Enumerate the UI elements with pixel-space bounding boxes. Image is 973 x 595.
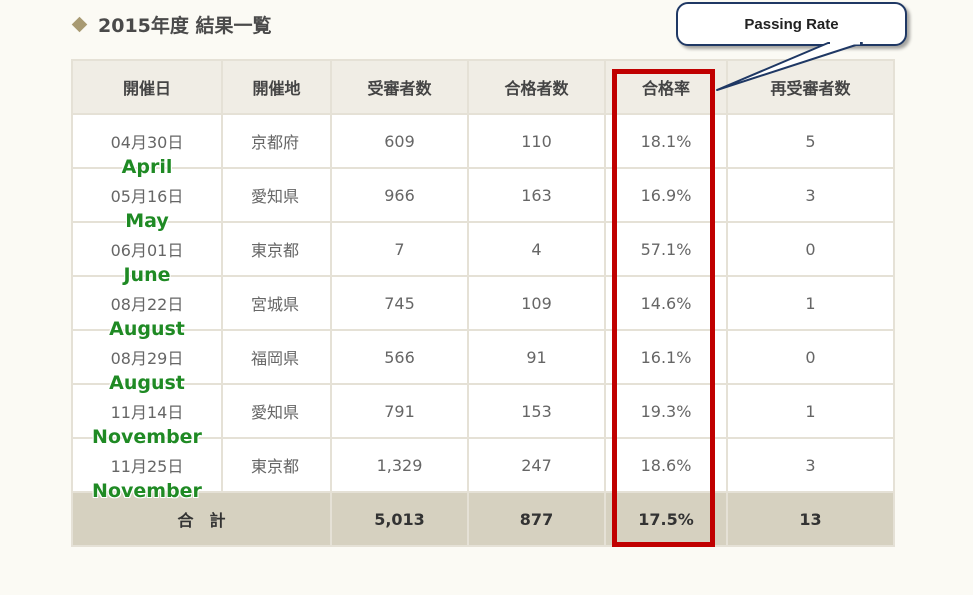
- retakers-cell: 1: [728, 385, 893, 437]
- passing-rate-callout: Passing Rate: [676, 2, 907, 46]
- date-text: 06月01日: [110, 241, 184, 260]
- total-examinees: 5,013: [332, 493, 467, 545]
- page-title: 2015年度 結果一覧: [98, 14, 272, 37]
- passed-cell: 91: [469, 331, 604, 383]
- date-text: 05月16日: [110, 187, 184, 206]
- examinees-cell: 1,329: [332, 439, 467, 491]
- location-cell: 愛知県: [223, 169, 330, 221]
- pass-rate-cell: 19.3%: [606, 385, 726, 437]
- month-annotation: June: [123, 264, 171, 286]
- location-cell: 愛知県: [223, 385, 330, 437]
- month-annotation: November: [92, 426, 202, 448]
- table-header-row: 開催日 開催地 受審者数 合格者数 合格率 再受審者数: [73, 61, 893, 113]
- date-text: 08月29日: [110, 349, 184, 368]
- location-cell: 東京都: [223, 439, 330, 491]
- passed-cell: 110: [469, 115, 604, 167]
- examinees-cell: 609: [332, 115, 467, 167]
- passed-cell: 163: [469, 169, 604, 221]
- column-header-pass-rate: 合格率: [606, 61, 726, 113]
- results-table: 開催日 開催地 受審者数 合格者数 合格率 再受審者数 04月30日 April …: [71, 59, 895, 547]
- pass-rate-cell: 16.9%: [606, 169, 726, 221]
- pass-rate-cell: 14.6%: [606, 277, 726, 329]
- examinees-cell: 745: [332, 277, 467, 329]
- passed-cell: 109: [469, 277, 604, 329]
- retakers-cell: 3: [728, 169, 893, 221]
- date-text: 11月25日: [110, 457, 184, 476]
- location-cell: 京都府: [223, 115, 330, 167]
- retakers-cell: 1: [728, 277, 893, 329]
- column-header-passed: 合格者数: [469, 61, 604, 113]
- date-text: 08月22日: [110, 295, 184, 314]
- location-cell: 福岡県: [223, 331, 330, 383]
- column-header-retakers: 再受審者数: [728, 61, 893, 113]
- total-pass-rate: 17.5%: [606, 493, 726, 545]
- month-annotation: August: [109, 372, 185, 394]
- page-heading: 2015年度 結果一覧: [71, 10, 272, 38]
- month-annotation: August: [109, 318, 185, 340]
- month-annotation: May: [125, 210, 169, 232]
- passed-cell: 4: [469, 223, 604, 275]
- passed-cell: 247: [469, 439, 604, 491]
- pass-rate-cell: 18.1%: [606, 115, 726, 167]
- total-passed: 877: [469, 493, 604, 545]
- month-annotation: November: [92, 480, 202, 502]
- location-cell: 東京都: [223, 223, 330, 275]
- location-cell: 宮城県: [223, 277, 330, 329]
- date-text: 11月14日: [110, 403, 184, 422]
- retakers-cell: 0: [728, 331, 893, 383]
- pass-rate-cell: 18.6%: [606, 439, 726, 491]
- column-header-date: 開催日: [73, 61, 221, 113]
- retakers-cell: 5: [728, 115, 893, 167]
- passed-cell: 153: [469, 385, 604, 437]
- pass-rate-cell: 57.1%: [606, 223, 726, 275]
- date-cell: 04月30日 April: [73, 115, 221, 177]
- diamond-bullet-icon: [71, 16, 88, 32]
- retakers-cell: 0: [728, 223, 893, 275]
- pass-rate-cell: 16.1%: [606, 331, 726, 383]
- examinees-cell: 7: [332, 223, 467, 275]
- total-retakers: 13: [728, 493, 893, 545]
- examinees-cell: 791: [332, 385, 467, 437]
- column-header-examinees: 受審者数: [332, 61, 467, 113]
- callout-text: Passing Rate: [744, 15, 839, 33]
- month-annotation: April: [121, 156, 173, 178]
- retakers-cell: 3: [728, 439, 893, 491]
- examinees-cell: 966: [332, 169, 467, 221]
- examinees-cell: 566: [332, 331, 467, 383]
- table-row: 04月30日 April 京都府 609 110 18.1% 5: [73, 115, 893, 177]
- column-header-location: 開催地: [223, 61, 330, 113]
- date-text: 04月30日: [110, 133, 184, 152]
